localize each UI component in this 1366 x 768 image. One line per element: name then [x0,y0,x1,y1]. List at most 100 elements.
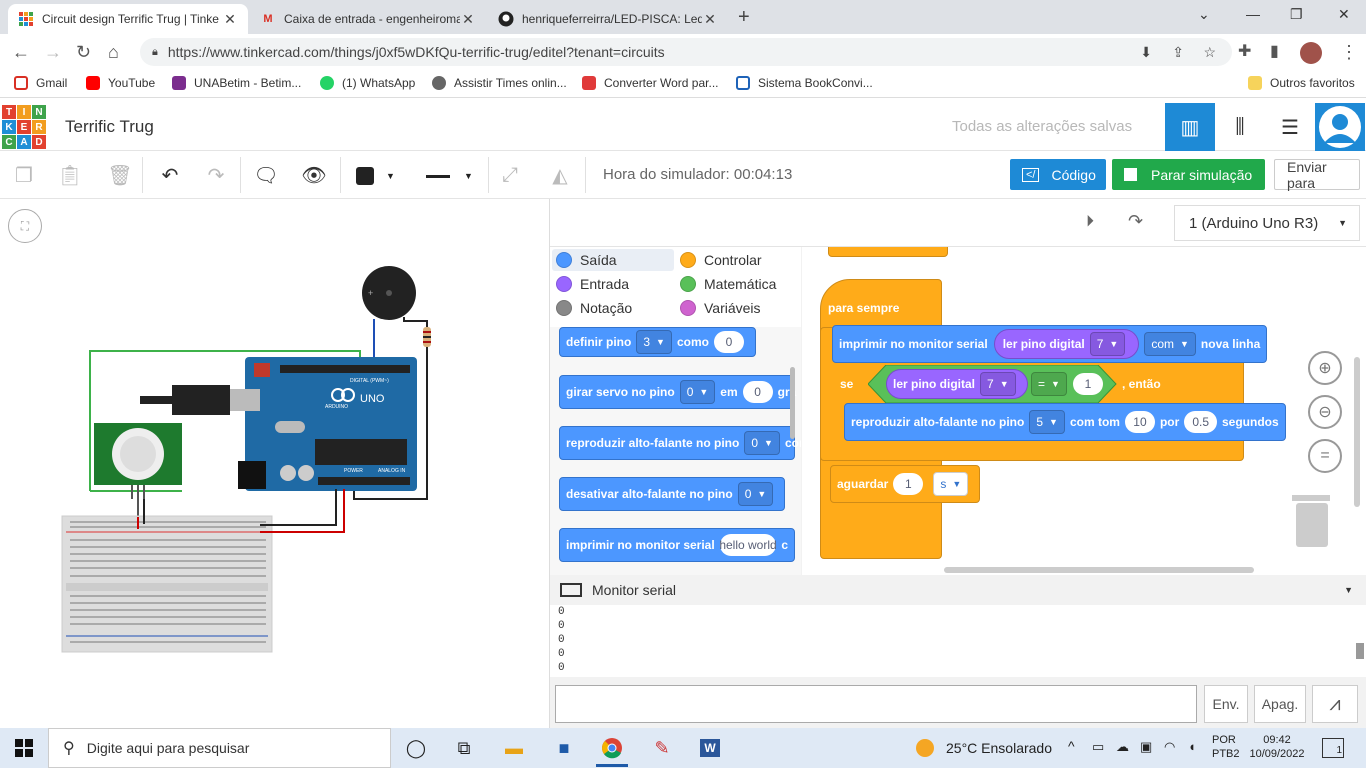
workspace-hscroll[interactable] [944,567,1254,573]
pin-dropdown[interactable]: 7 ▼ [1089,332,1126,356]
bookmark-star-icon[interactable]: ☆ [1203,44,1216,61]
circuit-drawing[interactable]: + UNO ARDUINO DIGITAL (PWM~) POWER ANALO… [0,199,549,728]
bookmark-youtube[interactable]: YouTube [86,76,155,90]
tray-onedrive-icon[interactable]: ☁ [1116,739,1129,755]
block-imprimir-monitor[interactable]: imprimir no monitor serial ler pino digi… [832,325,1268,363]
delete-icon[interactable]: 🗑︎ [104,159,136,191]
code-workspace[interactable]: para sempre imprimir no monitor serial l… [802,247,1366,575]
serial-monitor-header[interactable]: Monitor serial ▼ [550,575,1366,605]
extensions-icon[interactable]: ✚ [1238,42,1251,62]
bookmark-gmail[interactable]: Gmail [14,76,67,90]
category-notacao[interactable]: Notação [556,297,632,319]
side-panel-icon[interactable]: ▮ [1270,42,1279,62]
block-ler-pino-digital[interactable]: ler pino digital 7 ▼ [886,369,1028,399]
schematic-view-button[interactable]: ⫼ [1215,103,1265,151]
category-matematica[interactable]: Matemática [680,273,776,295]
serial-clear-button[interactable]: Apag. [1254,685,1306,723]
minimize-icon[interactable]: — [1246,6,1260,22]
tab-tinkercad[interactable]: Circuit design Terrific Trug | Tinke ✕ [8,4,248,34]
category-saida[interactable]: Saída [556,249,617,271]
toggle-notes-icon[interactable]: 👁︎ [298,159,330,191]
unit-dropdown[interactable]: s ▼ [933,472,969,496]
duration-input[interactable]: 0.5 [1184,411,1217,433]
zoom-in-icon[interactable]: ⊕ [1308,351,1342,385]
file-explorer-icon[interactable]: ▬ [502,736,526,760]
note-icon[interactable]: 🗨︎ [250,159,282,191]
bookmark-converter[interactable]: Converter Word par... [582,76,719,90]
operator-dropdown[interactable]: = ▼ [1031,372,1067,396]
text-input[interactable]: hello world [719,534,777,556]
bookmark-times[interactable]: Assistir Times onlin... [432,76,567,90]
tray-chevron-icon[interactable]: ^ [1068,738,1075,754]
category-variaveis[interactable]: Variáveis [680,297,761,319]
pin-dropdown[interactable]: 3 ▼ [636,330,672,354]
clock[interactable]: 09:42 10/09/2022 [1246,733,1308,761]
project-title[interactable]: Terrific Trug [65,117,154,137]
step-icon[interactable]: ⏵︎ [1086,213,1094,231]
chrome-icon[interactable] [600,736,624,760]
bookmark-bookconvi[interactable]: Sistema BookConvi... [736,76,873,90]
back-icon[interactable]: ← [12,42,30,62]
profile-avatar[interactable] [1300,42,1322,64]
code-button[interactable]: </ Código [1010,159,1106,190]
tab-search-icon[interactable]: ⌄ [1198,6,1210,23]
serial-input[interactable] [555,685,1197,723]
tray-wifi-icon[interactable]: ◠ [1164,739,1175,755]
pin-dropdown[interactable]: 7 ▼ [980,372,1016,396]
tone-input[interactable]: 10 [1124,411,1155,433]
rotate-icon[interactable]: ⤢ [494,159,526,191]
close-tab-icon[interactable]: ✕ [222,11,238,28]
block-comparacao[interactable]: ler pino digital 7 ▼ = ▼ 1 [868,365,1118,403]
newline-dropdown[interactable]: com ▼ [1144,332,1196,356]
close-window-icon[interactable]: ✕ [1338,6,1350,23]
block-stub[interactable] [828,247,948,257]
weather-sun-icon[interactable] [916,739,934,757]
serial-scrollbar[interactable] [1356,643,1364,659]
block-girar-servo[interactable]: girar servo no pino 0 ▼ em 0 gra [559,375,796,409]
restore-icon[interactable]: ❐ [1290,6,1303,23]
weather-text[interactable]: 25°C Ensolarado [946,740,1052,756]
other-bookmarks[interactable]: Outros favoritos [1248,76,1355,90]
stop-simulation-button[interactable]: Parar simulação [1112,159,1265,190]
workspace-vscroll[interactable] [1354,357,1360,507]
palette-scrollbar[interactable] [790,367,795,439]
forward-icon[interactable]: → [44,42,62,62]
chrome-menu-icon[interactable]: ⋮ [1340,42,1358,62]
debugger-icon[interactable]: ↷ [1128,211,1143,232]
home-icon[interactable]: ⌂ [108,42,119,62]
reload-icon[interactable]: ↻ [76,42,91,62]
cortana-icon[interactable]: ◯ [404,736,428,760]
bookmark-unabetim[interactable]: UNABetim - Betim... [172,76,301,90]
block-ler-pino-digital[interactable]: ler pino digital 7 ▼ [993,329,1140,359]
color-picker[interactable]: ▼ [348,161,408,191]
component-list-button[interactable]: ☰ [1265,103,1315,151]
block-aguardar[interactable]: aguardar 1 s ▼ [830,465,981,503]
share-icon[interactable]: ⇪ [1172,44,1184,61]
taskbar-search[interactable]: ⚲ Digite aqui para pesquisar [48,728,391,768]
paint-icon[interactable]: ✎ [650,736,674,760]
close-tab-icon[interactable]: ✕ [460,11,476,28]
notification-icon[interactable]: 1 [1322,738,1344,758]
tray-battery-icon[interactable]: ▭ [1092,739,1104,755]
category-entrada[interactable]: Entrada [556,273,629,295]
tray-volume-icon[interactable]: ◖ [1188,739,1196,754]
serial-send-button[interactable]: Env. [1204,685,1248,723]
mirror-icon[interactable]: ◭ [544,159,576,191]
pin-dropdown[interactable]: 5 ▼ [1029,410,1065,434]
chevron-down-icon[interactable]: ▼ [1344,585,1353,595]
wait-value-input[interactable]: 1 [893,473,924,495]
zoom-out-icon[interactable]: ⊖ [1308,395,1342,429]
tray-display-icon[interactable]: ▣ [1140,739,1152,755]
copy-icon[interactable]: ❐ [8,159,40,191]
trash-icon[interactable] [1288,491,1334,549]
send-to-button[interactable]: Enviar para [1274,159,1360,191]
word-icon[interactable]: W [698,736,722,760]
pin-dropdown[interactable]: 0 ▼ [679,380,716,404]
block-definir-pino[interactable]: definir pino 3 ▼ como 0 [559,327,756,357]
tinkercad-logo[interactable]: T I N K E R C A D [2,105,46,149]
paste-icon[interactable]: 📋︎ [54,159,86,191]
device-select[interactable]: 1 (Arduino Uno R3) ▼ [1174,205,1360,241]
zoom-reset-icon[interactable]: = [1308,439,1342,473]
category-controlar[interactable]: Controlar [680,249,762,271]
user-avatar[interactable] [1315,103,1365,151]
